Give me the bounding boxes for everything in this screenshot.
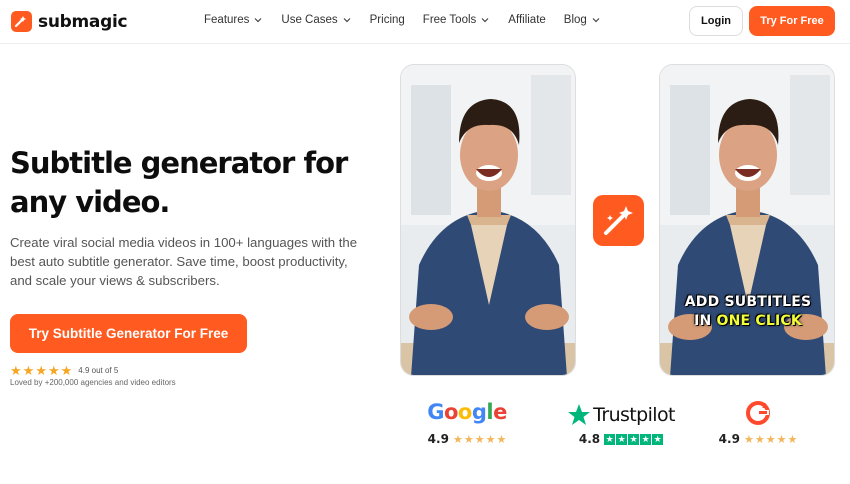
presenter-image xyxy=(401,65,575,375)
star-icon: ★ xyxy=(496,433,507,446)
menu-label: Use Cases xyxy=(281,14,338,26)
star-icon: ★ xyxy=(616,433,628,445)
logo[interactable]: submagic xyxy=(11,11,128,32)
star-icon: ★ xyxy=(47,363,60,378)
login-button[interactable]: Login xyxy=(689,6,743,36)
subtitle-line-1: ADD SUBTITLES xyxy=(684,294,812,310)
menu-label: Pricing xyxy=(369,14,405,26)
trustpilot-review-badge[interactable]: Trustpilot 4.8 ★ ★ ★ ★ ★ xyxy=(566,400,676,446)
star-icon: ★ xyxy=(474,433,485,446)
star-icon: ★ xyxy=(35,363,47,378)
subtitle-highlight: ONE CLICK xyxy=(716,313,802,329)
star-icon: ★ xyxy=(485,433,496,446)
chevron-down-icon xyxy=(343,18,351,23)
star-icon: ★ xyxy=(754,433,765,446)
google-score-row: 4.9 ★ ★ ★ ★ ★ xyxy=(412,432,522,446)
menu-item-free-tools[interactable]: Free Tools xyxy=(423,14,490,26)
chevron-down-icon xyxy=(254,18,262,23)
menu-item-pricing[interactable]: Pricing xyxy=(370,14,405,26)
menu-label: Affiliate xyxy=(508,14,546,26)
star-icon: ★ xyxy=(10,363,22,378)
logo-text: submagic xyxy=(38,11,128,32)
hero-headline: Subtitle generator for any video. xyxy=(10,144,370,222)
star-icon: ★ xyxy=(60,363,73,378)
magic-wand-icon xyxy=(593,195,644,246)
menu-item-affiliate[interactable]: Affiliate xyxy=(508,14,546,26)
star-icon: ★ xyxy=(22,363,35,378)
star-icon: ★ xyxy=(776,433,787,446)
google-score: 4.9 xyxy=(427,432,449,446)
rating-summary: ★ ★ ★ ★ ★ 4.9 out of 5 xyxy=(10,364,118,377)
trustpilot-score-row: 4.8 ★ ★ ★ ★ ★ xyxy=(566,432,676,446)
subtitle-line-2: IN ONE CLICK xyxy=(660,312,834,331)
menu-label: Blog xyxy=(563,14,587,26)
google-review-badge[interactable]: Google 4.9 ★ ★ ★ ★ ★ xyxy=(412,400,522,446)
star-icon: ★ xyxy=(743,433,754,446)
g2-review-badge[interactable]: 2 4.9 ★ ★ ★ ★ ★ xyxy=(703,400,813,446)
trustpilot-star-icon xyxy=(568,404,591,425)
g2-score-row: 4.9 ★ ★ ★ ★ ★ xyxy=(703,432,813,446)
google-stars: ★ ★ ★ ★ ★ xyxy=(453,433,506,446)
chevron-down-icon xyxy=(592,18,600,23)
try-for-free-button[interactable]: Try For Free xyxy=(749,6,835,36)
hero-description: Create viral social media videos in 100+… xyxy=(10,235,358,288)
rating-stars: ★ ★ ★ ★ ★ xyxy=(10,364,72,377)
video-preview-subtitled[interactable]: ADD SUBTITLES IN ONE CLICK xyxy=(659,64,835,376)
svg-text:2: 2 xyxy=(762,402,767,410)
star-icon: ★ xyxy=(604,433,616,445)
try-subtitle-generator-button[interactable]: Try Subtitle Generator For Free xyxy=(10,314,247,353)
g2-logo: 2 xyxy=(703,400,813,430)
star-icon: ★ xyxy=(765,433,776,446)
trustpilot-score: 4.8 xyxy=(578,432,601,446)
loved-by-text: Loved by +200,000 agencies and video edi… xyxy=(10,378,176,387)
chevron-down-icon xyxy=(481,18,489,23)
top-navbar: submagic Features Use Cases Pricing Free… xyxy=(0,0,850,44)
g2-score: 4.9 xyxy=(718,432,740,446)
star-icon: ★ xyxy=(628,433,640,445)
star-icon: ★ xyxy=(452,433,463,446)
menu-item-features[interactable]: Features xyxy=(204,14,263,26)
trustpilot-logo: Trustpilot xyxy=(566,400,676,430)
menu-label: Free Tools xyxy=(422,14,477,26)
star-icon: ★ xyxy=(640,433,652,445)
trustpilot-stars: ★ ★ ★ ★ ★ xyxy=(604,433,664,445)
main-menu: Features Use Cases Pricing Free Tools Af… xyxy=(204,14,619,26)
g2-stars: ★ ★ ★ ★ ★ xyxy=(744,433,797,446)
star-icon: ★ xyxy=(652,433,664,445)
menu-item-use-cases[interactable]: Use Cases xyxy=(281,14,351,26)
subtitle-text: IN xyxy=(694,313,717,329)
rating-text: 4.9 out of 5 xyxy=(78,366,119,375)
star-icon: ★ xyxy=(787,433,798,446)
video-preview-original[interactable] xyxy=(400,64,576,376)
menu-item-blog[interactable]: Blog xyxy=(564,14,601,26)
headline-line-2: any video. xyxy=(10,185,170,219)
headline-line-1: Subtitle generator for xyxy=(10,146,348,180)
trustpilot-name: Trustpilot xyxy=(593,404,675,426)
logo-icon xyxy=(11,11,32,32)
menu-label: Features xyxy=(204,14,250,26)
star-icon: ★ xyxy=(463,433,474,446)
google-logo: Google xyxy=(427,400,507,424)
